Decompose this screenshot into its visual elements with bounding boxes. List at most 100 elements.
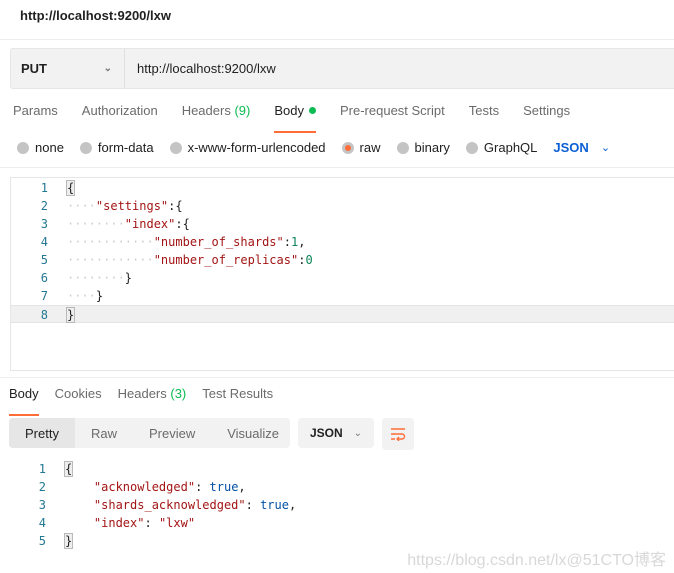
json-key: "index": [93, 516, 145, 530]
window-title: http://localhost:9200/lxw: [20, 8, 171, 23]
code-text: }: [63, 532, 74, 550]
code-line: 7 ····}: [11, 287, 674, 305]
code-text: ····"settings":{: [67, 197, 183, 215]
view-pretty[interactable]: Pretty: [9, 418, 75, 448]
json-key: "shards_acknowledged": [93, 498, 246, 512]
response-view-toggle: Pretty Raw Preview Visualize: [9, 418, 290, 448]
tab-pre-request-script[interactable]: Pre-request Script: [340, 103, 445, 126]
divider: [0, 39, 674, 40]
radio-none[interactable]: none: [17, 140, 64, 155]
code-line: 2 ····"settings":{: [11, 197, 674, 215]
radio-label: GraphQL: [483, 140, 538, 155]
response-format-select[interactable]: JSON ⌄: [298, 418, 374, 448]
line-number: 5: [38, 534, 46, 548]
line-number: 2: [38, 480, 46, 494]
format-label: JSON: [553, 140, 589, 155]
code-text: }: [65, 306, 76, 324]
line-number: 7: [40, 289, 48, 303]
radio-graphql[interactable]: GraphQL: [465, 140, 538, 155]
tab-test-results[interactable]: Test Results: [202, 386, 273, 409]
view-visualize[interactable]: Visualize: [211, 418, 295, 448]
line-number: 2: [40, 199, 48, 213]
tab-tests[interactable]: Tests: [469, 103, 499, 126]
tab-response-headers[interactable]: Headers (3): [118, 386, 187, 409]
tab-label: Body: [274, 103, 304, 118]
radio-label: raw: [359, 140, 381, 155]
request-bar: PUT ⌄ http://localhost:9200/lxw: [10, 48, 674, 89]
view-preview[interactable]: Preview: [133, 418, 211, 448]
line-number: 1: [38, 462, 46, 476]
radio-label: x-www-form-urlencoded: [187, 140, 326, 155]
tab-label: Settings: [523, 103, 571, 118]
json-value: 0: [305, 253, 313, 267]
code-line: 1{: [11, 179, 674, 197]
method-select[interactable]: PUT ⌄: [11, 49, 125, 88]
code-line: 5 ············"number_of_replicas":0: [11, 251, 674, 269]
punctuation: ,: [298, 235, 306, 249]
code-text: "acknowledged": true,: [65, 478, 246, 496]
body-format-select[interactable]: JSON ⌄: [553, 140, 610, 155]
tab-params[interactable]: Params: [13, 103, 58, 126]
json-value: true: [260, 498, 289, 512]
radio-raw[interactable]: raw: [341, 140, 381, 155]
radio-icon: [396, 141, 409, 154]
radio-selected-icon: [341, 141, 354, 154]
radio-form-data[interactable]: form-data: [79, 140, 154, 155]
radio-label: form-data: [97, 140, 154, 155]
indent-whitespace: ········: [67, 271, 125, 285]
json-value: true: [209, 480, 239, 494]
tab-headers[interactable]: Headers (9): [182, 103, 251, 126]
line-number: 6: [40, 271, 48, 285]
indent-whitespace: ····: [67, 289, 96, 303]
punctuation: :: [283, 235, 291, 249]
wrap-lines-icon: [391, 428, 406, 441]
radio-urlencoded[interactable]: x-www-form-urlencoded: [169, 140, 326, 155]
json-value: }: [63, 533, 74, 549]
view-raw[interactable]: Raw: [75, 418, 133, 448]
line-number: 3: [38, 498, 46, 512]
tab-settings[interactable]: Settings: [523, 103, 570, 126]
tab-label: Pre-request Script: [339, 103, 445, 118]
request-body-editor[interactable]: 1{ 2 ····"settings":{3 ········"index":{ 4 ··…: [10, 177, 674, 371]
divider: [0, 377, 674, 378]
code-text: "shards_acknowledged": true,: [65, 496, 296, 514]
json-key: "acknowledged": [93, 480, 196, 494]
divider: [0, 167, 674, 168]
code-text: ········}: [67, 269, 132, 287]
tab-label: Cookies: [54, 386, 102, 401]
format-label: JSON: [310, 426, 343, 440]
url-input[interactable]: http://localhost:9200/lxw: [125, 61, 276, 76]
tab-response-body[interactable]: Body: [9, 386, 39, 416]
code-line: 3 ········"index":{: [11, 215, 674, 233]
code-line: 6 ········}: [11, 269, 674, 287]
chevron-down-icon: ⌄: [103, 63, 112, 74]
line-number: 4: [40, 235, 48, 249]
tab-authorization[interactable]: Authorization: [82, 103, 158, 126]
tab-label: Params: [13, 103, 58, 118]
tab-body[interactable]: Body: [274, 103, 316, 133]
watermark: https://blog.csdn.net/lx@51CTO博客: [407, 552, 666, 569]
indent-whitespace: ············: [67, 235, 154, 249]
method-label: PUT: [21, 61, 47, 76]
punctuation: :: [144, 516, 159, 530]
line-number: 5: [40, 253, 48, 267]
punctuation: :{: [175, 217, 190, 231]
code-text: {: [65, 179, 76, 197]
line-number: 3: [40, 217, 48, 231]
indent-whitespace: ············: [67, 253, 154, 267]
chevron-down-icon: ⌄: [353, 427, 362, 439]
tab-label: Authorization: [81, 103, 158, 118]
line-number: 8: [40, 308, 48, 322]
radio-binary[interactable]: binary: [396, 140, 450, 155]
chevron-down-icon: ⌄: [600, 142, 611, 154]
code-line: 3 "shards_acknowledged": true,: [9, 496, 674, 514]
tab-cookies[interactable]: Cookies: [55, 386, 102, 409]
code-line: 2 "acknowledged": true,: [9, 478, 674, 496]
tab-label: Test Results: [202, 386, 274, 401]
radio-icon: [17, 141, 29, 154]
wrap-lines-button[interactable]: [382, 418, 414, 450]
code-text: ············"number_of_shards":1,: [67, 233, 305, 251]
json-value: {: [63, 461, 74, 477]
